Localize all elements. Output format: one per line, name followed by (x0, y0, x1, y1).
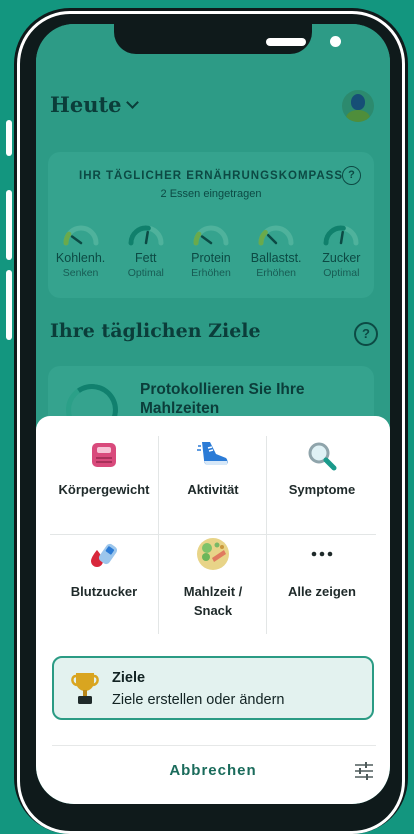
page-title: Heute (50, 92, 122, 117)
ziele-subtitle: Ziele erstellen oder ändern (112, 692, 285, 708)
action-label: Körpergewicht (58, 482, 150, 497)
gauge-needle (144, 230, 149, 245)
gauge-fill (63, 231, 71, 246)
section-title: Ihre täglichen Ziele (50, 320, 261, 342)
gauge-icon (323, 225, 359, 246)
gauge-item: Kohlenh. Senken (48, 222, 113, 279)
gauge-status: Erhöhen (256, 267, 296, 279)
gauge-icon (128, 225, 164, 246)
avatar[interactable] (342, 90, 374, 122)
scale-icon (92, 443, 116, 467)
gauge-name: Kohlenh. (55, 251, 106, 265)
ziele-title: Ziele (112, 670, 146, 686)
compass-title: IHR TÄGLICHER ERNÄHRUNGSKOMPASS (48, 170, 374, 182)
action-grid: Körpergewicht Aktivität Symptome Blutzuc… (50, 436, 376, 634)
nutrition-compass-card[interactable]: IHR TÄGLICHER ERNÄHRUNGSKOMPASS ? 2 Esse… (48, 152, 374, 298)
compass-subtitle: 2 Essen eingetragen (160, 188, 262, 200)
gauge-status: Optimal (323, 267, 360, 279)
action-alle-zeigen[interactable]: Alle zeigen (268, 536, 376, 632)
phone-notch (114, 24, 341, 54)
action-mahlzeit[interactable]: Mahlzeit / Snack (159, 536, 267, 632)
gauge-item: Ballastst. Erhöhen (244, 222, 309, 279)
gauge-icon (63, 225, 99, 246)
gauge-fill (258, 229, 269, 246)
shoe-icon (197, 442, 228, 465)
action-koerpergewicht[interactable]: Körpergewicht (50, 436, 158, 532)
sliders-icon[interactable] (354, 762, 374, 780)
divider (52, 745, 376, 746)
gauge-needle (70, 235, 82, 245)
action-label: Alle zeigen (288, 584, 356, 599)
gauge-name: Fett (135, 251, 157, 265)
action-blutzucker[interactable]: Blutzucker (50, 536, 158, 632)
trophy-icon (71, 673, 99, 704)
action-label: Aktivität (187, 482, 239, 497)
gauge-name: Ballastst. (250, 251, 302, 265)
gauge-status: Erhöhen (191, 267, 231, 279)
side-button-volume-down (6, 270, 12, 340)
action-label: Blutzucker (70, 584, 138, 599)
side-button-mute (6, 120, 12, 156)
goal-card-text: Protokollieren Sie Ihre Mahlzeiten (140, 381, 305, 417)
header: Heute (50, 92, 139, 117)
grid-divider (50, 534, 376, 535)
compass-title-text: IHR TÄGLICHER ERNÄHRUNGSKOMPASS (79, 170, 343, 182)
gauge-needle (267, 233, 278, 245)
goals-help-icon[interactable]: ? (354, 322, 378, 346)
magnifier-icon (308, 442, 337, 471)
gauge-fill (193, 231, 202, 246)
gauge-status: Senken (62, 267, 99, 279)
side-button-volume-up (6, 190, 12, 260)
action-label: Mahlzeit / Snack (159, 582, 267, 620)
action-label: Symptome (288, 482, 356, 497)
camera (330, 36, 341, 47)
avatar-head (351, 94, 365, 110)
chevron-down-icon[interactable] (125, 96, 139, 109)
gauge-icon (258, 225, 294, 246)
cancel-button[interactable]: Abbrechen (36, 762, 390, 779)
more-icon (311, 551, 333, 557)
gauge-name: Zucker (322, 251, 361, 265)
gauge-item: Fett Optimal (113, 222, 178, 279)
gauge-needle (340, 230, 345, 245)
meal-plate-icon (197, 538, 229, 570)
gauge-status: Optimal (127, 267, 164, 279)
action-aktivitaet[interactable]: Aktivität (159, 436, 267, 532)
action-sheet: Körpergewicht Aktivität Symptome Blutzuc… (36, 416, 390, 804)
gauge-icon (193, 225, 229, 246)
gauge-name: Protein (191, 251, 231, 265)
speaker (266, 38, 306, 46)
app-screen: Heute IHR TÄGLICHER ERNÄHRUNGSKOMPASS ? … (36, 24, 390, 804)
gauge-needle (200, 235, 213, 245)
gauge-item: Protein Erhöhen (178, 222, 243, 279)
glucose-meter-icon (91, 543, 118, 567)
avatar-body (346, 110, 370, 122)
action-symptome[interactable]: Symptome (268, 436, 376, 532)
gauge-item: Zucker Optimal (309, 222, 374, 279)
help-icon[interactable]: ? (342, 166, 361, 185)
gauge-row: Kohlenh. Senken Fett Optimal Protein Erh… (48, 222, 374, 279)
action-label-text: Mahlzeit / Snack (183, 584, 243, 618)
ziele-button[interactable]: Ziele Ziele erstellen oder ändern (52, 656, 374, 720)
